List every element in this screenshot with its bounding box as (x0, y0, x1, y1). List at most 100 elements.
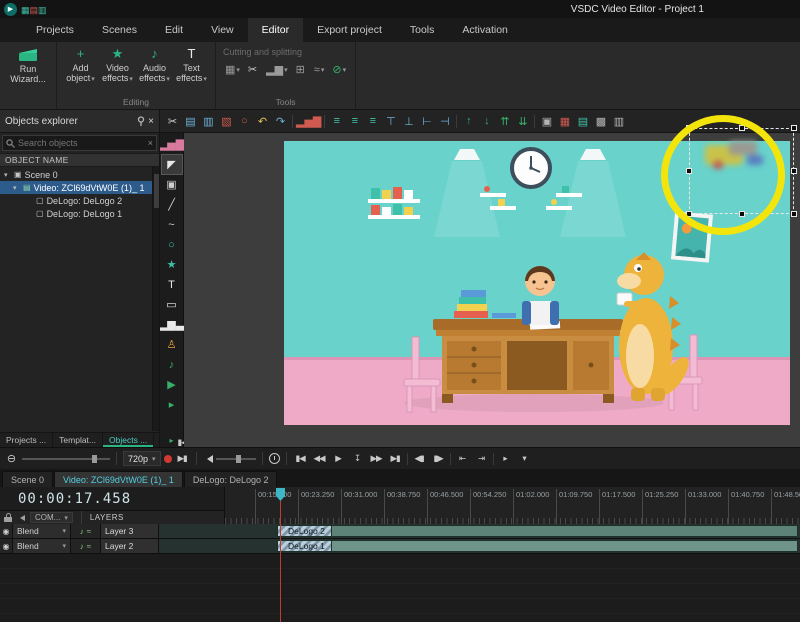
cut-tool-icon[interactable]: ✂ (248, 63, 258, 76)
blend-mode-dropdown[interactable]: Blend ▾ (13, 524, 71, 538)
align-center-icon[interactable]: ≡ (346, 112, 363, 131)
resolution-dropdown[interactable]: 720p ▾ (123, 451, 161, 466)
volume-slider[interactable] (216, 453, 256, 465)
align-right-icon[interactable]: ≡ (364, 112, 381, 131)
timeline-clip[interactable]: DeLogo 2 (277, 525, 798, 537)
align-h-icon[interactable]: ⊢ (418, 112, 435, 131)
scene-tab[interactable]: Scene 0 (2, 471, 53, 487)
transport-button[interactable] (450, 453, 451, 465)
line-tool[interactable]: ╱ (162, 195, 182, 214)
undo-icon[interactable]: ↶ (254, 112, 271, 131)
move-up-icon[interactable]: ↑ (460, 112, 477, 131)
scene-grid-icon[interactable]: ▦ (21, 5, 30, 15)
align-bottom-icon[interactable]: ⊥ (400, 112, 417, 131)
crop-tool-icon[interactable]: ⊞ (296, 63, 306, 76)
expander-icon[interactable]: ▾ (13, 184, 20, 192)
expander-icon[interactable]: ▾ (4, 171, 11, 179)
toolbar-icon[interactable] (322, 112, 327, 131)
snapshot-button[interactable]: ↧ (350, 451, 365, 467)
next-edge-button[interactable]: ⇥ (474, 451, 489, 467)
menu-item[interactable]: Export project (303, 18, 396, 42)
next-keyframe-button[interactable]: ▮▶ (431, 451, 446, 467)
animation-tool[interactable]: ♙ (162, 335, 182, 354)
grid-icon[interactable]: ▩ (592, 112, 609, 131)
text-effects-button[interactable]: T Text effects▾ (173, 45, 210, 84)
group-icon[interactable]: ▣ (538, 112, 555, 131)
prev-keyframe-button[interactable]: ◀▮ (412, 451, 427, 467)
menu-item[interactable]: Tools (396, 18, 449, 42)
resize-handle-se[interactable] (791, 211, 797, 217)
delete-icon[interactable]: ▧ (218, 112, 235, 131)
resize-handle-e[interactable] (791, 168, 797, 174)
curves-tool-icon[interactable]: ≈▾ (314, 64, 325, 76)
menu-item[interactable]: Editor (248, 18, 303, 42)
compositing-dropdown[interactable]: COM... ▾ (30, 512, 73, 523)
play-object-tool[interactable]: ▸ (162, 395, 182, 414)
film-icon[interactable]: ▤ (30, 5, 39, 15)
chart-icon[interactable]: ▂▅▇ (296, 112, 321, 131)
paste-icon[interactable]: ▥ (200, 112, 217, 131)
audio-effects-button[interactable]: ♪ Audio effects▾ (136, 45, 173, 84)
object-name-column-header[interactable]: OBJECT NAME (0, 153, 159, 167)
export-icon[interactable]: ▥ (38, 5, 47, 15)
expand-tools-icon[interactable]: ▸ (169, 436, 173, 447)
forward-button[interactable]: ▶▶ (369, 451, 384, 467)
toolbar-icon[interactable] (454, 112, 459, 131)
disable-tool-icon[interactable]: ⊘▾ (332, 63, 346, 76)
play-button[interactable]: ▶ (331, 451, 346, 467)
duration-clock-icon[interactable] (269, 453, 280, 464)
resize-handle-nw[interactable] (686, 125, 692, 131)
lock-icon[interactable] (4, 513, 12, 522)
shape-tool[interactable]: ★ (162, 255, 182, 274)
move-down-icon[interactable]: ↓ (478, 112, 495, 131)
ellipse-tool[interactable]: ○ (162, 235, 182, 254)
track-visibility-toggle[interactable]: ◉ (0, 539, 13, 553)
align-v-icon[interactable]: ⊣ (436, 112, 453, 131)
layers-icon[interactable]: ▦ (556, 112, 573, 131)
resize-handle-w[interactable] (686, 168, 692, 174)
transport-button[interactable] (493, 453, 494, 465)
copy-icon[interactable]: ▤ (182, 112, 199, 131)
snap-icon[interactable]: ▥ (610, 112, 627, 131)
blend-mode-dropdown[interactable]: Blend ▾ (13, 539, 71, 553)
track-visibility-toggle[interactable]: ◉ (0, 524, 13, 538)
audio-visual-tool[interactable]: ♪ (162, 355, 182, 374)
go-start-button[interactable]: ▮◀ (293, 451, 308, 467)
resize-handle-ne[interactable] (791, 125, 797, 131)
bring-front-icon[interactable]: ⇈ (496, 112, 513, 131)
scene-tab[interactable]: Video: ZCl69dVtW0E (1)_ 1 (54, 471, 183, 487)
run-wizard-button[interactable]: Run Wizard... (5, 45, 51, 85)
camera-tool[interactable]: ▣ (162, 175, 182, 194)
video-effects-button[interactable]: ★ Video effects▾ (99, 45, 136, 84)
timeline-ruler[interactable]: 00:15.50000:23.25000:31.00000:38.75000:4… (225, 487, 800, 524)
timeline-empty-area[interactable] (0, 554, 800, 622)
toolbar-icon[interactable] (532, 112, 537, 131)
cursor-tool[interactable]: ◤ (162, 155, 182, 174)
chart-object-tool[interactable]: ▂▆▃ (162, 315, 182, 334)
layer-name[interactable]: Layer 2 (101, 539, 159, 553)
timeline-clip[interactable]: DeLogo 1 (277, 540, 798, 552)
add-object-button[interactable]: + Add object▾ (62, 45, 99, 84)
tree-item[interactable]: ▢ DeLogo: DeLogo 2 (0, 194, 159, 207)
zoom-out-button[interactable]: ⊖ (4, 451, 19, 467)
explorer-scrollbar[interactable] (152, 166, 159, 431)
resize-handle-sw[interactable] (686, 211, 692, 217)
histogram-tool[interactable]: ▂▅▇ (162, 135, 182, 154)
track-lane[interactable]: DeLogo 1 (159, 539, 800, 553)
menu-item[interactable]: Edit (151, 18, 197, 42)
rewind-button[interactable]: ◀◀ (312, 451, 327, 467)
search-input[interactable] (18, 138, 145, 148)
track-audio-controls[interactable]: ♪ ≈ (71, 539, 101, 553)
track-audio-controls[interactable]: ♪ ≈ (71, 524, 101, 538)
resize-handle-s[interactable] (739, 211, 745, 217)
track-lane[interactable]: DeLogo 2 (159, 524, 800, 538)
send-back-icon[interactable]: ⇊ (514, 112, 531, 131)
go-end-button[interactable]: ▶▮ (388, 451, 403, 467)
close-panel-icon[interactable]: × (148, 116, 154, 127)
transport-button[interactable] (407, 453, 408, 465)
search-box[interactable]: × (2, 135, 157, 151)
menu-item[interactable]: Projects (22, 18, 88, 42)
playback-options-button[interactable]: ▾ (517, 451, 532, 467)
menu-item[interactable]: Activation (448, 18, 522, 42)
panel-tab[interactable]: Objects ... (103, 433, 154, 447)
